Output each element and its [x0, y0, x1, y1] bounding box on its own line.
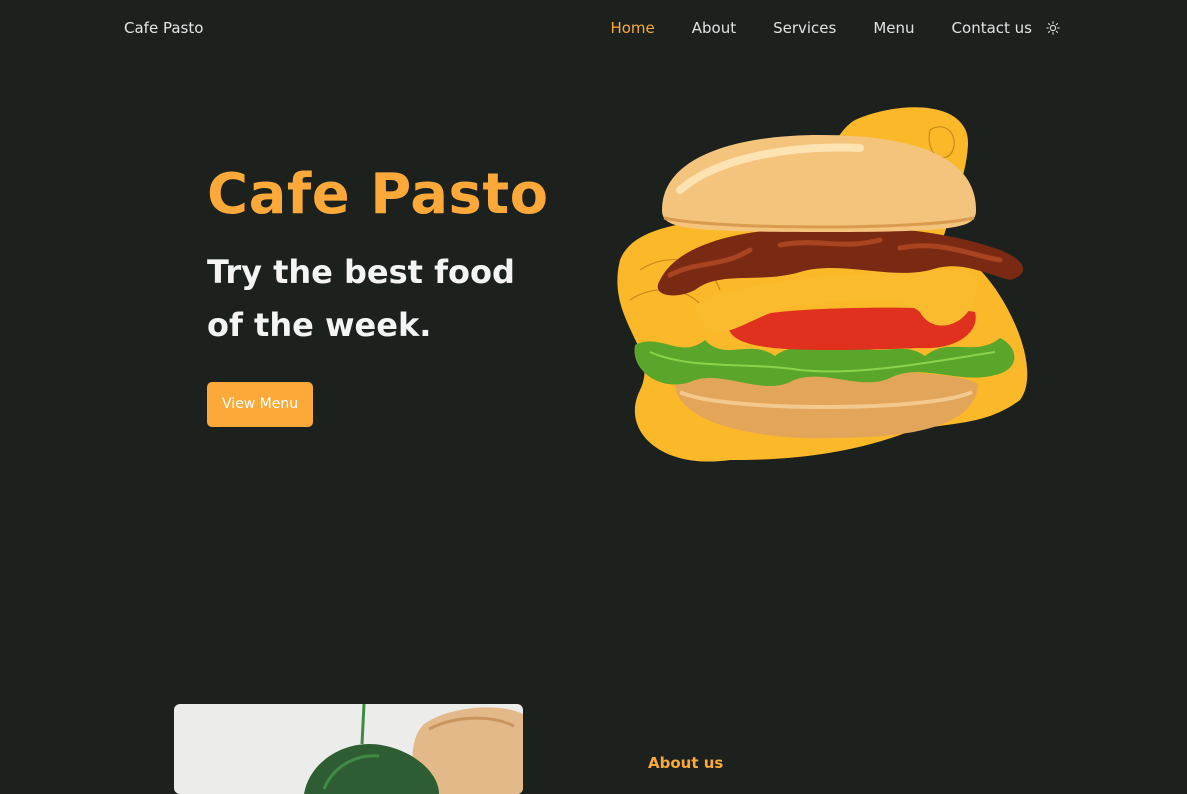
nav-link-home[interactable]: Home — [610, 19, 654, 37]
burger-image — [600, 100, 1050, 485]
nav-link-services[interactable]: Services — [773, 19, 836, 37]
nav-links: Home About Services Menu Contact us — [610, 19, 1060, 37]
hero-title: Cafe Pasto — [207, 162, 549, 227]
view-menu-button[interactable]: View Menu — [207, 382, 314, 427]
navbar: Cafe Pasto Home About Services Menu Cont… — [0, 0, 1187, 58]
nav-link-about[interactable]: About — [692, 19, 736, 37]
nav-link-contact[interactable]: Contact us — [952, 19, 1032, 37]
salad-image — [174, 704, 523, 794]
hero-subtitle: Try the best food of the week. — [207, 253, 515, 344]
nav-link-menu[interactable]: Menu — [873, 19, 914, 37]
hero-section: Cafe Pasto Try the best food of the week… — [207, 160, 567, 427]
about-label: About us — [648, 754, 724, 772]
brand-logo[interactable]: Cafe Pasto — [124, 19, 203, 37]
sun-icon[interactable] — [1046, 21, 1060, 35]
